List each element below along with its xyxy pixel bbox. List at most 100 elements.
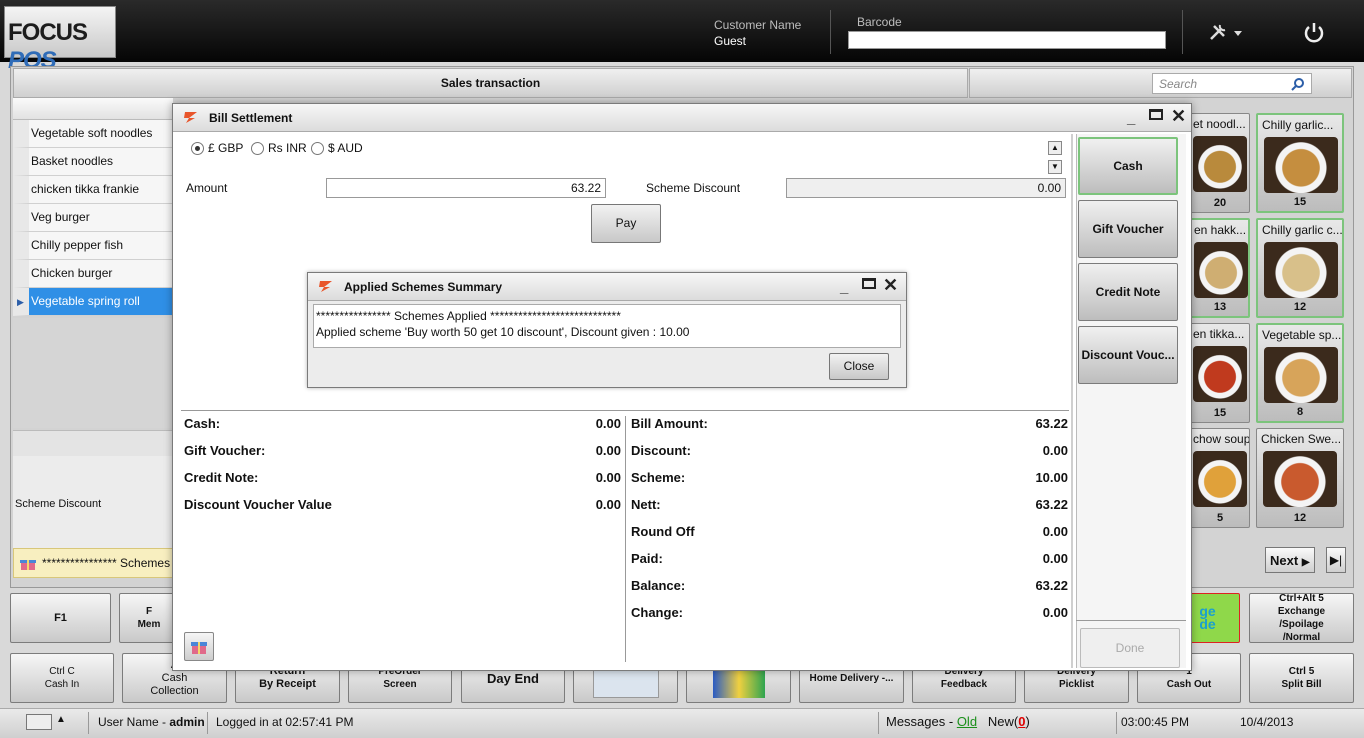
summary-label: Cash: bbox=[184, 416, 221, 431]
status-time: 03:00:45 PM bbox=[1121, 715, 1190, 729]
sales-grid-empty bbox=[13, 318, 173, 428]
schemes-close-button[interactable]: Close bbox=[829, 353, 889, 380]
messages-indicator[interactable]: Messages - Old New(0) bbox=[886, 714, 1030, 729]
logo-text-focus: FOCUS bbox=[8, 19, 88, 46]
done-button[interactable]: Done bbox=[1080, 628, 1180, 668]
customer-name-value[interactable]: Guest bbox=[714, 34, 746, 48]
chevron-up-icon[interactable]: ▲ bbox=[56, 714, 66, 725]
payment-mode-button[interactable]: Gift Voucher bbox=[1078, 200, 1178, 258]
amount-field[interactable]: 63.22 bbox=[326, 178, 606, 198]
payment-mode-button[interactable]: Cash bbox=[1078, 137, 1178, 195]
minimize-icon[interactable]: _ bbox=[1127, 110, 1135, 127]
scheme-discount-field: 0.00 bbox=[786, 178, 1066, 198]
radio-icon bbox=[311, 141, 324, 155]
summary-label: Scheme: bbox=[631, 470, 686, 485]
scheme-button[interactable] bbox=[184, 632, 214, 661]
search-placeholder: Search bbox=[1159, 77, 1198, 91]
tools-menu-button[interactable] bbox=[1208, 22, 1248, 44]
sales-item-row[interactable]: Chicken burger bbox=[13, 260, 173, 288]
messages-label: Messages - bbox=[886, 714, 957, 729]
tile-title: Chilly garlic c... bbox=[1262, 223, 1342, 237]
power-button[interactable] bbox=[1302, 21, 1326, 45]
messages-new-close: ) bbox=[1025, 714, 1030, 729]
status-date: 10/4/2013 bbox=[1240, 715, 1294, 729]
tools-icon bbox=[1210, 24, 1242, 40]
sales-item-row[interactable]: Chilly pepper fish bbox=[13, 232, 173, 260]
close-icon[interactable]: ✕ bbox=[883, 275, 898, 296]
menu-item-tile[interactable]: Vegetable sp... 8 bbox=[1256, 323, 1344, 423]
barcode-input[interactable] bbox=[848, 31, 1166, 49]
customer-name-label: Customer Name bbox=[714, 18, 802, 32]
currency-label: £ GBP bbox=[208, 141, 244, 155]
payment-mode-button[interactable]: Discount Vouc... bbox=[1078, 326, 1178, 384]
sales-item-row[interactable]: Vegetable spring roll bbox=[13, 288, 173, 316]
payment-mode-button[interactable]: Credit Note bbox=[1078, 263, 1178, 321]
radio-icon bbox=[251, 141, 264, 155]
bill-settlement-title: Bill Settlement bbox=[209, 111, 293, 125]
menu-item-tile[interactable]: Chilly garlic c... 12 bbox=[1256, 218, 1344, 318]
f1-button[interactable]: F1 bbox=[10, 593, 111, 643]
schemes-text-area[interactable]: **************** Schemes Applied *******… bbox=[313, 304, 901, 348]
next-page-button[interactable]: Next ▶ bbox=[1265, 547, 1315, 573]
app-header: FOCUS POS Customer Name Guest Barcode bbox=[0, 0, 1364, 74]
summary-value: 0.00 bbox=[1042, 524, 1068, 539]
summary-label: Gift Voucher: bbox=[184, 443, 266, 458]
barcode-label: Barcode bbox=[857, 15, 902, 29]
status-divider bbox=[88, 712, 89, 734]
menu-item-tile[interactable]: Chicken Swe... 12 bbox=[1256, 428, 1344, 528]
row-pointer-icon: ▶ bbox=[17, 297, 24, 307]
scheme-message-text: **************** Schemes bbox=[42, 556, 171, 570]
close-icon[interactable]: ✕ bbox=[1171, 106, 1186, 127]
menu-item-tile[interactable]: Chilly garlic... 15 bbox=[1256, 113, 1344, 213]
currency-radio[interactable]: $ AUD bbox=[311, 141, 363, 155]
food-image bbox=[1194, 242, 1248, 298]
scheme-discount-panel: Scheme Discount bbox=[13, 456, 173, 548]
maximize-icon[interactable] bbox=[1149, 109, 1163, 120]
search-icon[interactable] bbox=[1291, 77, 1305, 91]
summary-value: 0.00 bbox=[595, 443, 621, 458]
keyboard-icon[interactable] bbox=[26, 714, 52, 730]
messages-old-link[interactable]: Old bbox=[957, 714, 977, 729]
status-divider bbox=[207, 712, 208, 734]
bill-settlement-titlebar[interactable]: Bill Settlement _ ✕ bbox=[173, 104, 1191, 132]
scheme-discount-label: Scheme Discount bbox=[646, 181, 741, 195]
cash-in-button[interactable]: Ctrl C Cash In bbox=[10, 653, 114, 703]
scheme-discount-label: Scheme Discount bbox=[15, 498, 102, 510]
tile-quantity: 12 bbox=[1293, 301, 1307, 313]
header-divider bbox=[830, 10, 831, 54]
maximize-icon[interactable] bbox=[862, 278, 876, 289]
member-button[interactable]: F Mem bbox=[119, 593, 179, 643]
scroll-down-icon[interactable]: ▼ bbox=[1048, 160, 1062, 174]
sales-item-row[interactable]: Basket noodles bbox=[13, 148, 173, 176]
split-bill-button[interactable]: Ctrl 5 Split Bill bbox=[1249, 653, 1354, 703]
scroll-up-icon[interactable]: ▲ bbox=[1048, 141, 1062, 155]
search-input[interactable]: Search bbox=[1152, 73, 1312, 94]
exchange-spoilage-button[interactable]: Ctrl+Alt 5 Exchange /Spoilage /Normal bbox=[1249, 593, 1354, 643]
sales-grid-footer bbox=[13, 430, 173, 456]
summary-value: 63.22 bbox=[1035, 416, 1068, 431]
sales-item-row[interactable]: Vegetable soft noodles bbox=[13, 120, 173, 148]
summary-col-divider bbox=[625, 416, 626, 662]
schemes-line: **************** Schemes Applied *******… bbox=[316, 309, 621, 323]
summary-value: 63.22 bbox=[1035, 578, 1068, 593]
summary-value: 0.00 bbox=[1042, 443, 1068, 458]
tile-quantity: 15 bbox=[1293, 196, 1307, 208]
summary-value: 0.00 bbox=[595, 416, 621, 431]
summary-label: Round Off bbox=[631, 524, 695, 539]
summary-label: Bill Amount: bbox=[631, 416, 708, 431]
food-image bbox=[1193, 346, 1247, 402]
focus-pos-logo: FOCUS POS bbox=[4, 6, 116, 74]
gift-icon bbox=[20, 560, 36, 570]
status-divider bbox=[1116, 712, 1117, 734]
dialog-divider bbox=[1071, 134, 1073, 668]
sales-item-row[interactable]: Veg burger bbox=[13, 204, 173, 232]
summary-label: Paid: bbox=[631, 551, 663, 566]
applied-schemes-titlebar[interactable]: Applied Schemes Summary _ ✕ bbox=[308, 273, 906, 301]
sales-item-row[interactable]: chicken tikka frankie bbox=[13, 176, 173, 204]
minimize-icon[interactable]: _ bbox=[840, 279, 848, 296]
summary-label: Change: bbox=[631, 605, 683, 620]
currency-radio[interactable]: Rs INR bbox=[251, 141, 307, 155]
last-page-button[interactable]: ▶| bbox=[1326, 547, 1346, 573]
pay-button[interactable]: Pay bbox=[591, 204, 661, 243]
currency-radio[interactable]: £ GBP bbox=[191, 141, 243, 155]
